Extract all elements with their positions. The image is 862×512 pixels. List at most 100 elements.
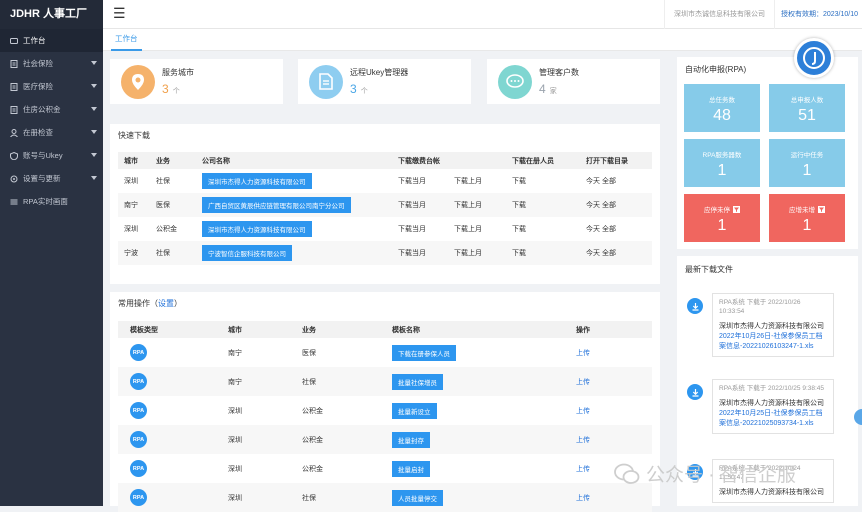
upload-link[interactable]: 上传: [576, 367, 652, 396]
open-download-dir-link[interactable]: 今天 全部: [586, 169, 652, 193]
download-roster-link[interactable]: 下载: [512, 193, 586, 217]
download-last-month-link[interactable]: 下载上月: [454, 193, 512, 217]
watermark: 公众号 · 智信企服: [614, 460, 796, 487]
rpa-badge: RPA: [130, 373, 147, 390]
file-body: 深圳市杰得人力资源科技有限公司 2022年10月26日-社保参保员工档案信息-20…: [719, 322, 827, 352]
rpa-tile[interactable]: 总任务数 48: [684, 84, 760, 132]
stat-label: 远程Ukey管理器: [350, 68, 409, 77]
company-tag[interactable]: 深圳市杰得人力资源科技有限公司: [202, 221, 312, 237]
menu-toggle-icon[interactable]: ☰: [113, 6, 126, 20]
template-tag[interactable]: 批量社保增员: [392, 373, 443, 390]
rpa-tile-label-row: 总任务数: [684, 94, 760, 104]
stat-unit: 个: [360, 88, 368, 95]
column-header: 公司名称: [202, 152, 398, 169]
rpa-tile[interactable]: RPA服务器数 1: [684, 139, 760, 187]
template-cell: 批量社保增员: [392, 367, 576, 396]
business-cell: 公积金: [302, 425, 392, 454]
sidebar-item-4[interactable]: 在册检查: [0, 121, 103, 144]
open-download-dir-link[interactable]: 今天 全部: [586, 193, 652, 217]
rpa-tile[interactable]: 运行中任务 1: [769, 139, 845, 187]
rpa-tile-value: 51: [798, 107, 816, 124]
company-tag[interactable]: 深圳市杰得人力资源科技有限公司: [202, 173, 312, 189]
settings-link[interactable]: 设置: [158, 299, 174, 308]
stat-card: 服务城市 3 个: [110, 59, 283, 104]
rpa-tile-label-row: 总申报人数: [769, 94, 845, 104]
upload-link[interactable]: 上传: [576, 483, 652, 512]
document-icon: [10, 59, 18, 68]
file-card[interactable]: RPA系统 下载于 2022/10/26 10:33:54 深圳市杰得人力资源科技…: [712, 293, 834, 357]
document-icon: [10, 82, 18, 91]
download-roster-link[interactable]: 下载: [512, 169, 586, 193]
stat-unit: 家: [549, 88, 557, 95]
business-cell: 公积金: [302, 465, 323, 473]
download-last-month-link[interactable]: 下载上月: [454, 169, 512, 193]
download-this-month-link[interactable]: 下载当月: [398, 217, 454, 241]
rpa-tile-label: 运行中任务: [790, 152, 824, 159]
location-icon: [121, 64, 155, 99]
sidebar-item-6[interactable]: 设置与更新: [0, 167, 103, 190]
column-header: 城市: [118, 152, 156, 169]
rpa-badge: RPA: [130, 460, 147, 477]
table-row: RPA 深圳 社保 人员批量停交 上传: [118, 483, 652, 512]
download-this-month-link[interactable]: 下载当月: [398, 169, 454, 193]
download-last-month-link[interactable]: 下载上月: [454, 217, 512, 241]
rpa-tile[interactable]: 应增未增 1: [769, 194, 845, 242]
rpa-tile[interactable]: 应停未停 1: [684, 194, 760, 242]
stat-number-row: 3个: [350, 82, 408, 96]
sidebar-item-1[interactable]: 社会保险: [0, 52, 103, 75]
stat-text: 远程Ukey管理器 3 个: [350, 67, 408, 96]
file-link[interactable]: 2022年10月25日-社保参保员工档案信息-20221025093734-1.…: [719, 409, 827, 429]
file-body: 深圳市杰得人力资源科技有限公司: [719, 488, 827, 498]
table-row: RPA 深圳 公积金 批量启封 上传: [118, 454, 652, 483]
sidebar-item-0[interactable]: 工作台: [0, 29, 103, 52]
template-tag[interactable]: 批量启封: [392, 460, 430, 477]
chevron-down-icon: [91, 84, 97, 88]
open-download-dir-link[interactable]: 今天 全部: [586, 241, 652, 265]
template-tag[interactable]: 批量封存: [392, 431, 430, 448]
template-tag[interactable]: 下载在册参保人员: [392, 344, 456, 361]
floating-logo-icon[interactable]: [794, 38, 834, 78]
upload-link[interactable]: 上传: [576, 338, 652, 367]
company-tag[interactable]: 宁波智信企服科技有限公司: [202, 245, 292, 261]
table-row: 宁波 社保 宁波智信企服科技有限公司 下载当月 下载上月 下载 今天 全部: [118, 241, 652, 265]
city-cell: 深圳: [228, 483, 302, 512]
file-card[interactable]: RPA系统 下载于 2022/10/25 9:38:45 深圳市杰得人力资源科技有…: [712, 379, 834, 434]
tab-workbench[interactable]: 工作台: [111, 29, 142, 51]
template-tag[interactable]: 批量新设立: [392, 402, 437, 419]
template-cell: 批量启封: [392, 454, 576, 483]
current-company[interactable]: 深圳市杰诚信息科技有限公司: [664, 0, 775, 29]
file-link[interactable]: 2022年10月26日-社保参保员工档案信息-20221026103247-1.…: [719, 332, 827, 352]
upload-link[interactable]: 上传: [576, 425, 652, 454]
template-cell: 批量封存: [392, 425, 576, 454]
rpa-tile[interactable]: 总申报人数 51: [769, 84, 845, 132]
company-tag[interactable]: 广西自贸区黄辰供应链管理有限公司南宁分公司: [202, 197, 351, 213]
download-roster-link[interactable]: 下载: [512, 217, 586, 241]
license-expiry: 授权有效期：2023/10/10: [780, 11, 858, 18]
company-cell: 宁波智信企服科技有限公司: [202, 241, 398, 265]
rpa-tile-label: 总申报人数: [790, 97, 824, 104]
open-download-dir-link[interactable]: 今天 全部: [586, 217, 652, 241]
recent-files-title: 最新下载文件: [685, 265, 733, 274]
download-this-month-link[interactable]: 下载当月: [398, 193, 454, 217]
stat-card: 远程Ukey管理器 3 个: [298, 59, 471, 104]
common-ops-panel: 常用操作（设置） 模板类型 城市 业务 模板名称 操作 RPA 南宁 医保 下载在册参保人员上…: [110, 292, 660, 512]
city-cell: 深圳: [124, 178, 138, 185]
download-last-month-link[interactable]: 下载上月: [454, 241, 512, 265]
download-roster-link[interactable]: 下载: [512, 241, 586, 265]
business-cell: 社保: [302, 367, 392, 396]
sidebar-item-5[interactable]: 账号与Ukey: [0, 144, 103, 167]
company-cell: 广西自贸区黄辰供应链管理有限公司南宁分公司: [202, 193, 398, 217]
upload-link[interactable]: 上传: [576, 396, 652, 425]
table-row: RPA 深圳 公积金 批量封存 上传: [118, 425, 652, 454]
download-this-month-link[interactable]: 下载当月: [398, 241, 454, 265]
template-tag[interactable]: 人员批量停交: [392, 489, 443, 506]
sidebar-item-2[interactable]: 医疗保险: [0, 75, 103, 98]
sidebar-item-3[interactable]: 住房公积金: [0, 98, 103, 121]
sidebar-item-7[interactable]: RPA实时画面: [0, 190, 103, 213]
business-cell: 医保: [302, 349, 316, 357]
sidebar-item-label: 住房公积金: [23, 105, 61, 114]
file-meta: RPA系统 下载于 2022/10/26 10:33:54: [719, 299, 801, 315]
company-cell: 深圳市杰得人力资源科技有限公司: [202, 217, 398, 241]
chevron-down-icon: [91, 61, 97, 65]
rpa-tile-label-row: RPA服务器数: [684, 149, 760, 159]
